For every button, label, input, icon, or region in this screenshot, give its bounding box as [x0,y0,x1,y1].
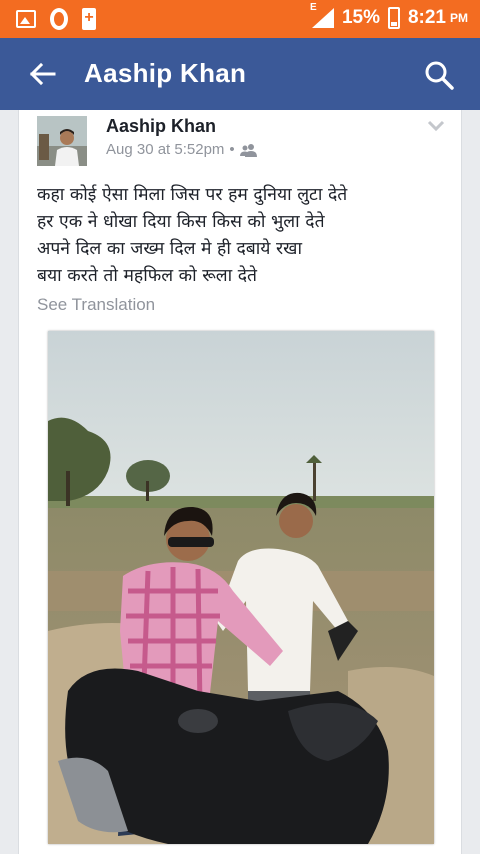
post-timestamp[interactable]: Aug 30 at 5:52pm [106,141,224,158]
gallery-icon [16,10,36,28]
friends-icon [239,143,257,157]
battery-icon [387,7,400,29]
system-icons: E 15% 8:21 PM [310,2,468,29]
status-bar: E 15% 8:21 PM [0,0,480,38]
page-title: Aaship Khan [84,58,247,88]
post-meta: Aug 30 at 5:52pm • [106,141,258,158]
avatar-image [37,116,87,166]
app-bar: Aaship Khan [0,38,480,110]
chevron-down-icon[interactable] [427,120,445,132]
post-card: Aaship Khan Aug 30 at 5:52pm • कहा कोई ऐ… [18,110,462,854]
arrow-left-icon[interactable] [28,62,56,86]
photo-image [48,331,434,844]
network-type: E [309,2,317,13]
post-author[interactable]: Aaship Khan [106,116,216,137]
avatar[interactable] [37,116,87,166]
post-photo[interactable] [48,331,434,844]
battery-percent: 15% [341,7,380,28]
post-line: हर एक ने धोखा दिया किस किस को भुला देते [37,212,325,232]
post-line: कहा कोई ऐसा मिला जिस पर हम दुनिया लुटा द… [37,185,348,205]
battery-saver-icon [82,8,96,30]
see-translation-link[interactable]: See Translation [37,295,155,315]
post-line: बया करते तो महफिल को रूला देते [37,266,258,286]
search-icon[interactable] [424,60,454,90]
opera-icon [50,8,68,30]
meta-separator: • [229,141,235,158]
post-message: कहा कोई ऐसा मिला जिस पर हम दुनिया लुटा द… [37,182,447,290]
clock-suffix: PM [450,11,468,25]
clock: 8:21 [407,7,446,28]
signal-icon: E [310,2,334,28]
notification-icons [16,8,96,30]
post-line: अपने दिल का जख्म दिल मे ही दबाये रखा [37,239,302,259]
